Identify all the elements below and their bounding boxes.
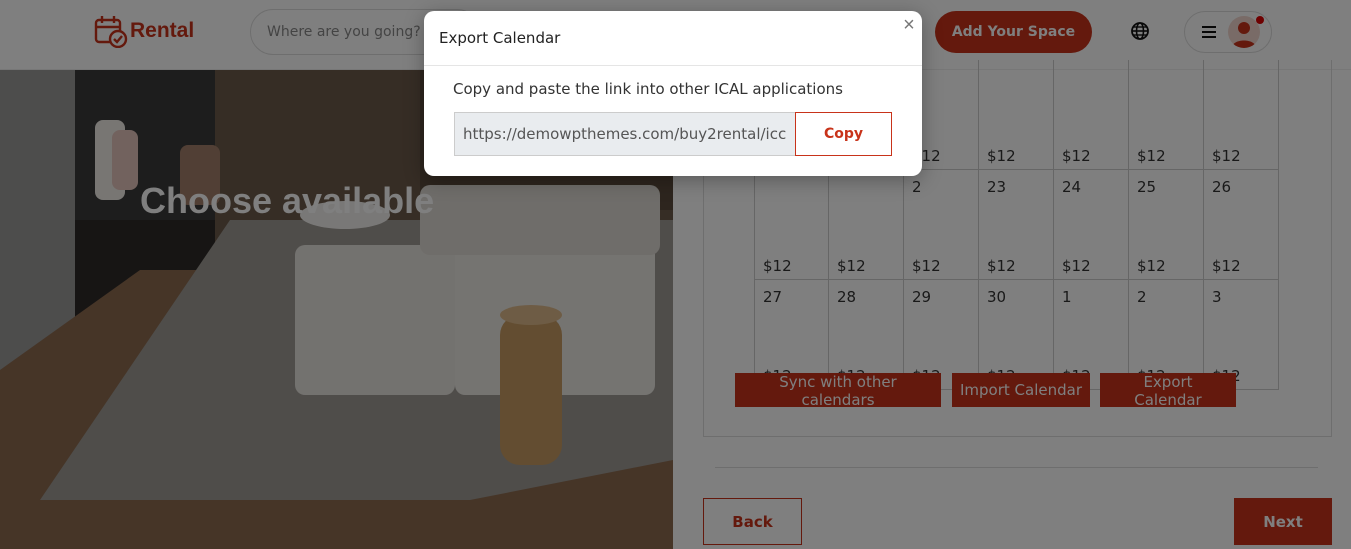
modal-description: Copy and paste the link into other ICAL … [453,80,843,98]
ical-link-field[interactable] [454,112,796,156]
close-icon[interactable]: × [900,14,918,36]
copy-button[interactable]: Copy [795,112,892,156]
modal-title: Export Calendar [439,29,561,47]
modal-divider [424,65,922,66]
export-calendar-modal: Export Calendar × Copy and paste the lin… [424,11,922,176]
